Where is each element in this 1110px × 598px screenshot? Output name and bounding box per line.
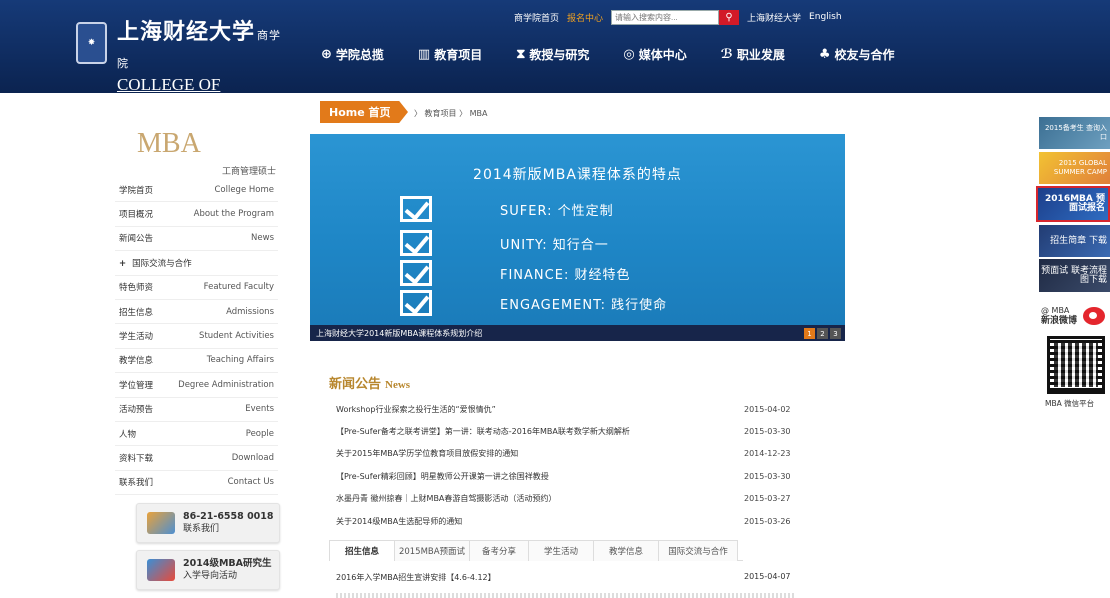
- checkbox-icon: [400, 260, 432, 286]
- breadcrumb-home[interactable]: Home 首页: [320, 101, 408, 123]
- contact-card[interactable]: 86-21-6558 0018 联系我们: [136, 503, 280, 543]
- news-item[interactable]: 【Pre-Sufer备考之联考讲堂】第一讲：联考动态-2016年MBA联考数学新…: [336, 420, 796, 442]
- tab-teaching[interactable]: 教学信息: [593, 540, 659, 561]
- header: ✸ 上海财经大学 商学院 COLLEGE OF BUSINESS SHANGHAI…: [0, 0, 1110, 129]
- sidebar-item-student-activities[interactable]: 学生活动 Student Activities: [115, 324, 278, 349]
- orientation-card[interactable]: 2014级MBA研究生 入学导向活动: [136, 550, 280, 590]
- slide-dot-3[interactable]: 3: [830, 328, 841, 339]
- phone-people-icon: [147, 512, 175, 534]
- slide-pager: 1 2 3: [804, 328, 841, 339]
- orientation-text: 2014级MBA研究生 入学导向活动: [183, 558, 272, 581]
- right-widget-query[interactable]: 2015备考生 查询入口: [1039, 117, 1110, 149]
- weibo-text: @ MBA 新浪微博: [1041, 306, 1078, 326]
- right-widget-pre-interview[interactable]: 2016MBA 预面试报名: [1036, 186, 1110, 222]
- orientation-icon: [147, 559, 175, 581]
- business-school-home-link[interactable]: 商学院首页: [514, 11, 559, 24]
- news-item[interactable]: 【Pre-Sufer精彩回顾】明星教师公开课第一讲之徐国祥教授 2015-03-3…: [336, 465, 796, 487]
- nav-programs[interactable]: ▥ 教育项目: [418, 46, 482, 63]
- broadcast-icon: ◎: [623, 47, 635, 62]
- sidebar-item-admissions[interactable]: 招生信息 Admissions: [115, 300, 278, 325]
- banner-row: FINANCE: 财经特色: [400, 260, 630, 286]
- nav-career[interactable]: ℬ 职业发展: [721, 46, 785, 63]
- tab-international[interactable]: 国际交流与合作: [658, 540, 738, 561]
- main-nav: ⊕ 学院总揽 ▥ 教育项目 ⧗ 教授与研究 ◎ 媒体中心 ℬ 职业发展 ♣ 校友与合作: [321, 46, 929, 63]
- info-tabs: 招生信息 2015MBA预面试 备考分享 学生活动 教学信息 国际交流与合作: [329, 540, 743, 561]
- news-item[interactable]: 关于2014级MBA生选配导师的通知 2015-03-26: [336, 510, 796, 532]
- logo-text: 上海财经大学 商学院 COLLEGE OF BUSINESS SHANGHAI U…: [117, 20, 286, 130]
- sidebar-item-about[interactable]: 项目概况 About the Program: [115, 202, 278, 227]
- sidebar-item-faculty[interactable]: 特色师资 Featured Faculty: [115, 276, 278, 300]
- banner-row: SUFER: 个性定制: [400, 196, 614, 222]
- news-item[interactable]: 关于2015年MBA学历学位教育项目放假安排的通知 2014-12-23: [336, 443, 796, 465]
- right-widget-summer-camp[interactable]: 2015 GLOBAL SUMMER CAMP: [1039, 152, 1110, 184]
- checkbox-icon: [400, 290, 432, 316]
- breadcrumb: 〉 教育项目 〉 MBA: [414, 109, 488, 118]
- tab-admissions[interactable]: 招生信息: [329, 540, 395, 561]
- tab-student-activities[interactable]: 学生活动: [528, 540, 594, 561]
- sidebar-subtitle: 工商管理硕士: [222, 167, 277, 177]
- slide-dot-1[interactable]: 1: [804, 328, 815, 339]
- banner-row: UNITY: 知行合一: [400, 230, 609, 256]
- sidebar-item-international[interactable]: 国际交流与合作: [115, 251, 278, 276]
- banner-caption: 上海财经大学2014新版MBA课程体系规划介绍: [310, 325, 845, 341]
- banner-slideshow[interactable]: 2014新版MBA课程体系的特点 SUFER: 个性定制 UNITY: 知行合一…: [310, 134, 845, 341]
- english-link[interactable]: English: [809, 12, 842, 22]
- checkbox-icon: [400, 230, 432, 256]
- sidebar-menu: 学院首页 College Home 项目概况 About the Program 新…: [115, 178, 278, 496]
- tab-list-item-partial: [336, 593, 796, 598]
- sidebar-item-events[interactable]: 活动预告 Events: [115, 398, 278, 422]
- university-link[interactable]: 上海财经大学: [747, 11, 801, 24]
- logo[interactable]: ✸ 上海财经大学 商学院 COLLEGE OF BUSINESS SHANGHAI…: [76, 20, 286, 129]
- tab-exam-sharing[interactable]: 备考分享: [469, 540, 529, 561]
- search-box: ⚲: [611, 9, 740, 25]
- contact-text: 86-21-6558 0018 联系我们: [183, 511, 274, 534]
- news-heading: 新闻公告 News: [329, 377, 411, 392]
- nav-media[interactable]: ◎ 媒体中心: [623, 46, 686, 63]
- tab-list-item[interactable]: 2016年入学MBA招生宣讲安排【4.6-4.12】 2015-04-07: [336, 572, 796, 583]
- logo-cn: 上海财经大学 商学院: [116, 19, 281, 70]
- sidebar-item-college-home[interactable]: 学院首页 College Home: [115, 178, 278, 203]
- hourglass-icon: ⧗: [516, 47, 526, 62]
- sidebar-item-degree[interactable]: 学位管理 Degree Administration: [115, 373, 278, 398]
- search-input[interactable]: [611, 9, 720, 25]
- nav-faculty-research[interactable]: ⧗ 教授与研究: [516, 46, 589, 63]
- qr-label: MBA 微信平台: [1045, 399, 1095, 408]
- wechat-qr-code: [1047, 336, 1105, 394]
- weibo-link[interactable]: @ MBA 新浪微博: [1041, 301, 1110, 331]
- university-seal-icon: ✸: [76, 22, 107, 64]
- topbar: 商学院首页 报名中心 ⚲ 上海财经大学 English: [514, 8, 850, 26]
- sidebar-item-contact[interactable]: 联系我们 Contact Us: [115, 471, 278, 496]
- right-widget-flowchart[interactable]: 预面试 联考流程图下载: [1039, 259, 1110, 292]
- globe-icon: ⊕: [321, 47, 332, 62]
- tab-pre-interview[interactable]: 2015MBA预面试: [394, 540, 470, 561]
- logo-en: COLLEGE OF BUSINESS: [116, 75, 221, 112]
- sidebar-item-teaching[interactable]: 教学信息 Teaching Affairs: [115, 349, 278, 374]
- sidebar-item-news[interactable]: 新闻公告 News: [115, 227, 278, 252]
- weibo-icon: [1083, 307, 1106, 325]
- slide-dot-2[interactable]: 2: [817, 328, 828, 339]
- search-icon[interactable]: ⚲: [719, 9, 740, 25]
- news-item[interactable]: Workshop行业探索之投行生活的“爱恨情仇” 2015-04-02: [336, 398, 796, 420]
- nav-overview[interactable]: ⊕ 学院总揽: [321, 46, 384, 63]
- registration-center-link[interactable]: 报名中心: [567, 11, 603, 24]
- sidebar-item-download[interactable]: 资料下载 Download: [115, 446, 278, 471]
- sidebar-item-people[interactable]: 人物 People: [115, 422, 278, 447]
- books-icon: ▥: [417, 47, 431, 62]
- people-icon: ♣: [818, 47, 831, 62]
- banner-row: ENGAGEMENT: 践行使命: [400, 290, 667, 316]
- sidebar-title: MBA: [137, 128, 201, 159]
- career-icon: ℬ: [720, 47, 733, 62]
- nav-alumni[interactable]: ♣ 校友与合作: [819, 46, 895, 63]
- news-item[interactable]: 水墨丹青 徽州掠春｜上财MBA春游自驾摄影活动（活动预约） 2015-03-27: [336, 488, 796, 510]
- checkbox-icon: [400, 196, 432, 222]
- page: ✸ 上海财经大学 商学院 COLLEGE OF BUSINESS SHANGHAI…: [0, 0, 1110, 598]
- news-list: Workshop行业探索之投行生活的“爱恨情仇” 2015-04-02 【Pre-…: [336, 398, 796, 532]
- banner-title: 2014新版MBA课程体系的特点: [473, 167, 682, 183]
- right-widget-brochure[interactable]: 招生简章 下载: [1039, 225, 1110, 257]
